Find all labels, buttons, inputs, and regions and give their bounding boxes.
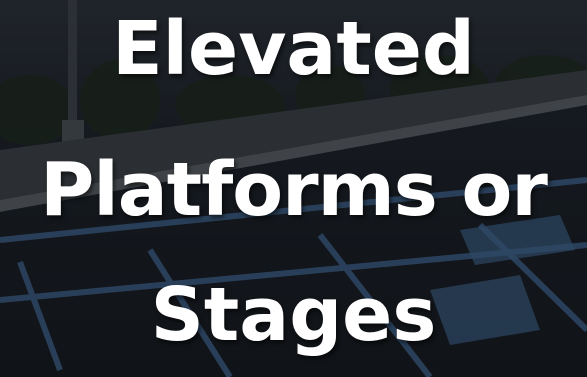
title-line-2: Platforms or: [40, 147, 548, 233]
slide: Elevated Platforms or Stages: [0, 0, 587, 377]
title-line-1: Elevated: [112, 6, 475, 92]
slide-title: Elevated Platforms or Stages: [0, 0, 587, 377]
title-line-3: Stages: [150, 272, 437, 358]
